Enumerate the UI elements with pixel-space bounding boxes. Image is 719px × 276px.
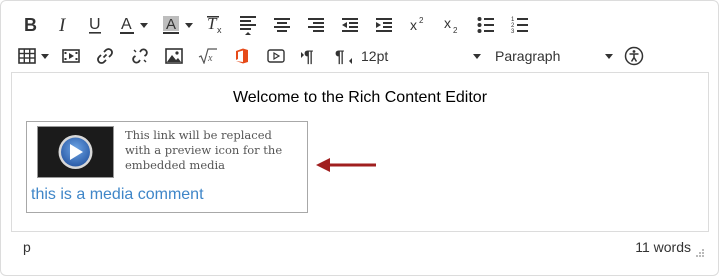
image-icon <box>165 48 183 64</box>
chevron-down-icon <box>605 53 613 59</box>
block-format-select[interactable]: Paragraph <box>495 41 619 71</box>
content-heading: Welcome to the Rich Content Editor <box>232 89 488 106</box>
numbered-list-icon: 123 <box>511 15 529 35</box>
svg-text:x: x <box>217 25 222 35</box>
indent-icon <box>375 16 393 34</box>
bold-button[interactable]: B <box>11 10 49 40</box>
underline-icon: U <box>87 15 103 35</box>
editor-content-area[interactable]: Welcome to the Rich Content Editor This … <box>11 72 709 232</box>
align-center-button[interactable] <box>265 10 299 40</box>
arrow-left-icon <box>316 157 378 178</box>
unlink-button[interactable] <box>123 41 157 71</box>
svg-text:A: A <box>121 16 132 33</box>
chevron-down-icon <box>184 22 193 28</box>
align-left-icon <box>239 14 257 36</box>
ltr-button[interactable]: ¶ <box>293 41 327 71</box>
media-placeholder-note: This link will be replaced with a previe… <box>125 128 283 172</box>
word-count: 11 words <box>635 239 691 255</box>
clear-formatting-button[interactable]: Tx <box>199 10 231 40</box>
media-button[interactable] <box>55 41 87 71</box>
table-icon <box>17 48 36 64</box>
svg-text:¶: ¶ <box>304 47 313 65</box>
background-color-button[interactable]: A <box>155 10 199 40</box>
font-size-select[interactable]: 12pt <box>361 41 487 71</box>
resize-handle-icon[interactable] <box>695 245 705 263</box>
office-button[interactable] <box>225 41 259 71</box>
status-bar: p 11 words <box>11 233 707 263</box>
outdent-button[interactable] <box>333 10 367 40</box>
video-icon <box>267 49 285 63</box>
clear-formatting-icon: Tx <box>206 15 224 35</box>
svg-text:x: x <box>207 53 213 64</box>
align-center-icon <box>273 16 291 34</box>
align-right-icon <box>307 16 325 34</box>
unlink-icon <box>131 47 149 65</box>
outdent-icon <box>341 16 359 34</box>
svg-text:¶: ¶ <box>335 47 344 65</box>
accessibility-icon <box>624 46 644 66</box>
rtl-icon: ¶ <box>335 47 353 65</box>
font-color-button[interactable]: A <box>111 10 155 40</box>
underline-button[interactable]: U <box>79 10 111 40</box>
media-comment-box[interactable]: This link will be replaced with a previe… <box>26 121 308 213</box>
toolbar-row-1: B I U A A Tx x 2 x 2 1 2 3 <box>11 9 537 41</box>
superscript-button[interactable]: x2 <box>401 10 435 40</box>
font-color-icon: A <box>119 15 135 35</box>
chevron-down-icon <box>40 53 49 59</box>
rich-content-editor: B I U A A Tx x 2 x 2 1 2 3 x ¶ ¶ 12pt Pa… <box>0 0 719 276</box>
link-icon <box>96 47 114 65</box>
svg-text:A: A <box>166 16 176 33</box>
svg-text:3: 3 <box>511 29 515 35</box>
svg-text:x: x <box>410 17 417 33</box>
image-button[interactable] <box>157 41 191 71</box>
bold-icon: B <box>22 16 38 34</box>
indent-button[interactable] <box>367 10 401 40</box>
rtl-button[interactable]: ¶ <box>327 41 361 71</box>
superscript-icon: x2 <box>409 16 427 34</box>
svg-text:2: 2 <box>453 26 458 34</box>
bullet-list-button[interactable] <box>469 10 503 40</box>
link-button[interactable] <box>87 41 123 71</box>
office-icon <box>235 48 249 64</box>
subscript-button[interactable]: x2 <box>435 10 469 40</box>
math-button[interactable]: x <box>191 41 225 71</box>
media-thumbnail <box>37 126 114 178</box>
ltr-icon: ¶ <box>301 47 319 65</box>
svg-text:U: U <box>89 16 101 33</box>
numbered-list-button[interactable]: 123 <box>503 10 537 40</box>
italic-button[interactable]: I <box>49 10 79 40</box>
video-button[interactable] <box>259 41 293 71</box>
media-comment-link[interactable]: this is a media comment <box>31 186 204 204</box>
svg-text:x: x <box>444 16 451 31</box>
align-right-button[interactable] <box>299 10 333 40</box>
subscript-icon: x2 <box>443 16 461 34</box>
bullet-list-icon <box>477 16 495 34</box>
math-icon: x <box>198 48 218 64</box>
svg-text:B: B <box>24 16 37 34</box>
toolbar-row-2: x ¶ ¶ 12pt Paragraph <box>11 40 649 72</box>
svg-text:2: 2 <box>419 16 424 25</box>
background-color-icon: A <box>162 15 180 35</box>
media-icon <box>62 49 80 63</box>
chevron-down-icon <box>139 22 148 28</box>
chevron-down-icon <box>473 53 481 59</box>
font-size-value: 12pt <box>361 48 389 64</box>
italic-icon: I <box>57 16 71 34</box>
accessibility-checker-button[interactable] <box>619 41 649 71</box>
svg-text:I: I <box>58 16 67 34</box>
align-left-button[interactable] <box>231 10 265 40</box>
table-button[interactable] <box>11 41 55 71</box>
element-path[interactable]: p <box>23 239 31 255</box>
block-format-value: Paragraph <box>495 48 561 64</box>
